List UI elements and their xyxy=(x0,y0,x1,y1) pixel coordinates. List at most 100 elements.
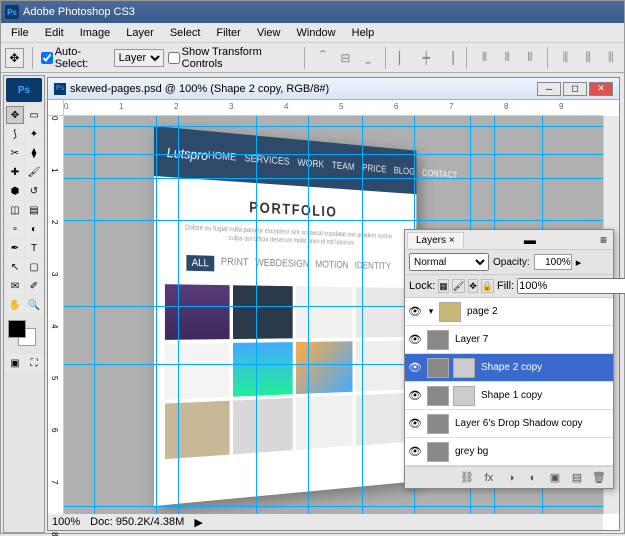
adjustment-layer-icon[interactable]: ◐ xyxy=(525,472,541,484)
new-layer-icon[interactable]: ▤ xyxy=(569,471,585,484)
visibility-toggle[interactable]: 👁 xyxy=(405,389,425,402)
guide-horizontal[interactable] xyxy=(64,126,603,127)
fill-input[interactable] xyxy=(517,278,625,294)
distribute-left-icon[interactable]: ⫼ xyxy=(556,48,575,68)
lock-transparency-icon[interactable]: ▦ xyxy=(438,279,449,293)
layer-row[interactable]: 👁▾page 2 xyxy=(405,298,613,326)
show-transform-checkbox[interactable] xyxy=(168,52,180,64)
eraser-tool[interactable]: ◫ xyxy=(6,201,24,219)
visibility-toggle[interactable]: 👁 xyxy=(405,417,425,430)
align-left-icon[interactable]: ▏ xyxy=(394,48,413,68)
delete-layer-icon[interactable]: 🗑 xyxy=(591,471,607,484)
document-titlebar[interactable]: Ps skewed-pages.psd @ 100% (Shape 2 copy… xyxy=(48,78,619,100)
layer-row[interactable]: 👁 Shape 2 copy xyxy=(405,354,613,382)
layer-thumbnail[interactable] xyxy=(427,330,449,350)
move-tool[interactable]: ✥ xyxy=(6,106,24,124)
link-layers-icon[interactable]: ⛓ xyxy=(459,471,475,484)
ruler-origin[interactable] xyxy=(48,100,64,116)
panel-menu-icon[interactable]: ≡ xyxy=(596,233,611,247)
visibility-toggle[interactable]: 👁 xyxy=(405,445,425,458)
panel-close-icon[interactable]: ▬ xyxy=(520,233,540,247)
layer-row[interactable]: 👁Layer 7 xyxy=(405,326,613,354)
menu-file[interactable]: File xyxy=(3,25,37,41)
zoom-tool[interactable]: 🔍 xyxy=(25,296,43,314)
close-button[interactable]: ✕ xyxy=(589,82,613,96)
distribute-hcenter-icon[interactable]: ⫼ xyxy=(579,48,598,68)
slice-tool[interactable]: ⧫ xyxy=(25,144,43,162)
layer-mask-icon[interactable]: ◑ xyxy=(503,472,519,484)
menu-window[interactable]: Window xyxy=(289,25,344,41)
align-vcenter-icon[interactable]: ⊟ xyxy=(336,48,355,68)
align-right-icon[interactable]: ▕ xyxy=(440,48,459,68)
layer-row[interactable]: 👁 grey bg xyxy=(405,438,613,466)
layer-thumbnail[interactable] xyxy=(427,358,449,378)
layer-thumbnail[interactable] xyxy=(427,414,449,434)
layer-name[interactable]: Layer 6's Drop Shadow copy xyxy=(451,418,613,429)
blend-mode-select[interactable]: Normal xyxy=(409,253,489,271)
auto-select-checkbox[interactable] xyxy=(41,52,53,64)
align-hcenter-icon[interactable]: ┿ xyxy=(417,48,436,68)
menu-view[interactable]: View xyxy=(249,25,289,41)
foreground-color[interactable] xyxy=(8,320,26,338)
minimize-button[interactable]: ─ xyxy=(537,82,561,96)
lasso-tool[interactable]: ⟆ xyxy=(6,125,24,143)
vector-mask-thumbnail[interactable] xyxy=(453,386,475,406)
layer-name[interactable]: grey bg xyxy=(451,446,613,457)
vertical-ruler[interactable]: 012345678 xyxy=(48,116,64,514)
notes-tool[interactable]: ✉ xyxy=(6,277,24,295)
align-top-icon[interactable]: ⎴ xyxy=(313,48,332,68)
history-brush-tool[interactable]: ↺ xyxy=(25,182,43,200)
menu-layer[interactable]: Layer xyxy=(118,25,162,41)
menu-filter[interactable]: Filter xyxy=(208,25,248,41)
layer-name[interactable]: Shape 2 copy xyxy=(477,362,613,373)
move-tool-icon[interactable]: ✥ xyxy=(5,48,24,68)
guide-horizontal[interactable] xyxy=(64,506,603,507)
menu-image[interactable]: Image xyxy=(72,25,119,41)
stamp-tool[interactable]: ⬢ xyxy=(6,182,24,200)
type-tool[interactable]: T xyxy=(25,239,43,257)
distribute-right-icon[interactable]: ⫼ xyxy=(601,48,620,68)
layer-thumbnail[interactable] xyxy=(427,442,449,462)
guide-horizontal[interactable] xyxy=(64,220,603,221)
distribute-top-icon[interactable]: ⫴ xyxy=(475,48,494,68)
doc-stats[interactable]: Doc: 950.2K/4.38M xyxy=(90,516,184,528)
auto-select-target[interactable]: Layer xyxy=(114,49,164,67)
crop-tool[interactable]: ✂ xyxy=(6,144,24,162)
dodge-tool[interactable]: ◐ xyxy=(25,220,43,238)
guide-vertical[interactable] xyxy=(308,116,309,514)
heal-tool[interactable]: ✚ xyxy=(6,163,24,181)
guide-vertical[interactable] xyxy=(156,116,157,514)
layer-fx-icon[interactable]: fx xyxy=(481,472,497,484)
blur-tool[interactable]: ∘ xyxy=(6,220,24,238)
layers-panel[interactable]: Layers × ▬ ≡ Normal Opacity: ▸ Lock: ▦ 🖌… xyxy=(404,229,614,489)
guide-vertical[interactable] xyxy=(256,116,257,514)
opacity-input[interactable] xyxy=(534,254,572,270)
layers-tab[interactable]: Layers × xyxy=(407,232,464,248)
visibility-toggle[interactable]: 👁 xyxy=(405,361,425,374)
vector-mask-thumbnail[interactable] xyxy=(453,358,475,378)
visibility-toggle[interactable]: 👁 xyxy=(405,305,425,318)
lock-position-icon[interactable]: ✥ xyxy=(468,279,478,293)
brush-tool[interactable]: 🖌 xyxy=(25,163,43,181)
guide-horizontal[interactable] xyxy=(64,178,603,179)
distribute-bottom-icon[interactable]: ⫴ xyxy=(521,48,540,68)
wand-tool[interactable]: ✦ xyxy=(25,125,43,143)
lock-pixels-icon[interactable]: 🖌 xyxy=(452,279,465,293)
screenmode-toggle[interactable]: ⛶ xyxy=(25,354,43,372)
marquee-tool[interactable]: ▭ xyxy=(25,106,43,124)
horizontal-ruler[interactable]: 0123456789 xyxy=(64,100,603,116)
menu-help[interactable]: Help xyxy=(344,25,383,41)
guide-horizontal[interactable] xyxy=(64,154,603,155)
status-chevron-icon[interactable]: ▶ xyxy=(194,516,202,529)
hand-tool[interactable]: ✋ xyxy=(6,296,24,314)
lock-all-icon[interactable]: 🔒 xyxy=(481,279,494,293)
guide-vertical[interactable] xyxy=(362,116,363,514)
maximize-button[interactable]: ◻ xyxy=(563,82,587,96)
visibility-toggle[interactable]: 👁 xyxy=(405,333,425,346)
path-tool[interactable]: ↖ xyxy=(6,258,24,276)
color-swatches[interactable] xyxy=(6,320,42,350)
group-arrow-icon[interactable]: ▾ xyxy=(425,306,437,317)
layer-thumbnail[interactable] xyxy=(427,386,449,406)
menu-select[interactable]: Select xyxy=(162,25,209,41)
quickmask-toggle[interactable]: ▣ xyxy=(6,354,24,372)
